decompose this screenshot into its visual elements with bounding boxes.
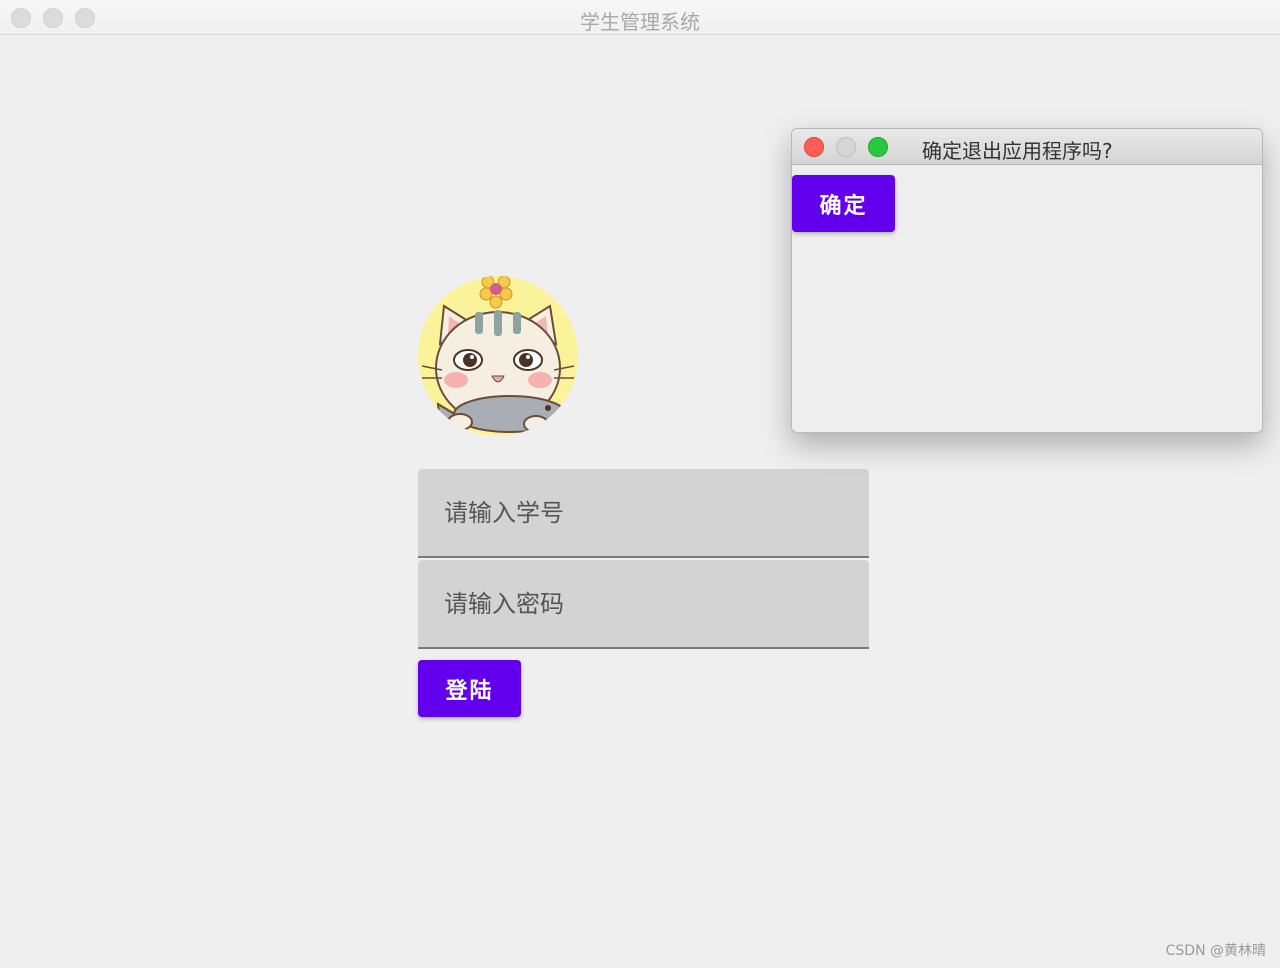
password-input[interactable] xyxy=(418,560,869,647)
cartoon-cat-avatar-icon xyxy=(418,276,578,436)
watermark: CSDN @黄林晴 xyxy=(1165,943,1266,959)
dialog-titlebar[interactable]: 确定退出应用程序吗? xyxy=(792,129,1262,165)
exit-confirm-dialog: 确定退出应用程序吗? 确定 xyxy=(791,128,1263,433)
avatar xyxy=(418,276,578,436)
confirm-button[interactable]: 确定 xyxy=(792,175,895,232)
login-button[interactable]: 登陆 xyxy=(418,660,521,717)
dialog-title: 确定退出应用程序吗? xyxy=(922,139,1113,163)
dialog-close-button[interactable] xyxy=(804,137,824,157)
student-id-field-container[interactable] xyxy=(418,469,869,558)
window-title: 学生管理系统 xyxy=(580,10,700,34)
student-id-input[interactable] xyxy=(418,469,869,556)
main-titlebar[interactable]: 学生管理系统 xyxy=(0,0,1280,35)
dialog-zoom-button[interactable] xyxy=(868,137,888,157)
password-field-container[interactable] xyxy=(418,560,869,649)
dialog-minimize-button[interactable] xyxy=(836,137,856,157)
